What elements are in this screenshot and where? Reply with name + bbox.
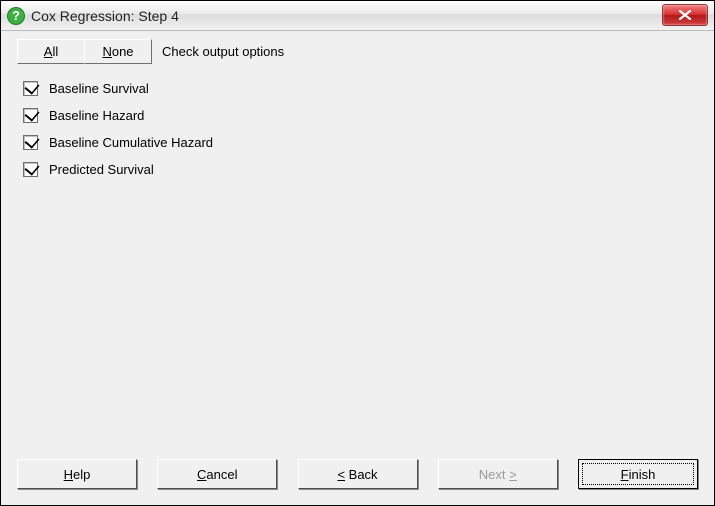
option-label: Baseline Hazard	[49, 108, 144, 123]
help-icon: ?	[7, 7, 25, 25]
window-title: Cox Regression: Step 4	[31, 8, 179, 24]
option-label: Baseline Cumulative Hazard	[49, 135, 213, 150]
close-button[interactable]	[662, 4, 708, 26]
option-checkbox-baseline-hazard[interactable]	[23, 108, 38, 123]
option-row[interactable]: Baseline Survival	[19, 78, 698, 99]
button-row: Help Cancel < Back Next > Finish	[1, 449, 714, 505]
option-label: Baseline Survival	[49, 81, 149, 96]
svg-text:?: ?	[12, 8, 20, 23]
toolbar-prompt: Check output options	[162, 44, 284, 59]
finish-button[interactable]: Finish	[578, 459, 698, 489]
option-checkbox-baseline-cumulative-hazard[interactable]	[23, 135, 38, 150]
option-label: Predicted Survival	[49, 162, 154, 177]
dialog-content: All None Check output options Baseline S…	[1, 31, 714, 449]
none-button[interactable]: None	[84, 39, 152, 64]
back-button[interactable]: < Back	[298, 459, 418, 489]
close-icon	[678, 10, 692, 20]
toolbar-row: All None Check output options	[17, 39, 698, 64]
option-row[interactable]: Baseline Cumulative Hazard	[19, 132, 698, 153]
cancel-button[interactable]: Cancel	[157, 459, 277, 489]
option-list: Baseline Survival Baseline Hazard Baseli…	[19, 78, 698, 180]
option-row[interactable]: Predicted Survival	[19, 159, 698, 180]
next-button[interactable]: Next >	[438, 459, 558, 489]
option-checkbox-baseline-survival[interactable]	[23, 81, 38, 96]
titlebar: ? Cox Regression: Step 4	[1, 1, 714, 31]
all-button[interactable]: All	[17, 39, 85, 64]
help-button[interactable]: Help	[17, 459, 137, 489]
option-checkbox-predicted-survival[interactable]	[23, 162, 38, 177]
option-row[interactable]: Baseline Hazard	[19, 105, 698, 126]
dialog-window: ? Cox Regression: Step 4 All None Check …	[0, 0, 715, 506]
